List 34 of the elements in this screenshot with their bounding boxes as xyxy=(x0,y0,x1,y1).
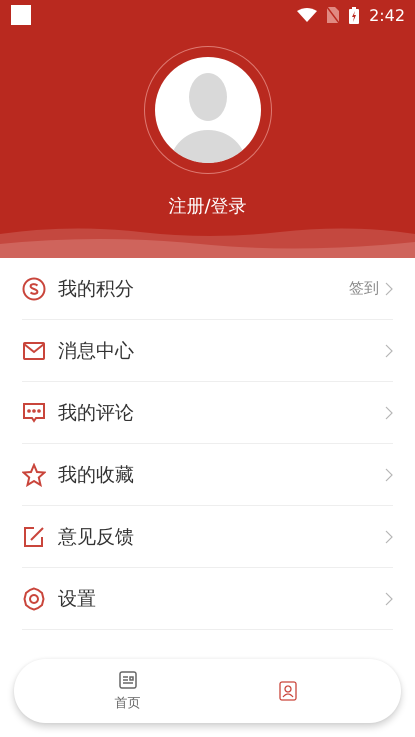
chevron-right-icon xyxy=(385,406,393,420)
check-in-label: 签到 xyxy=(349,279,379,298)
no-sim-icon xyxy=(327,7,340,23)
menu-item[interactable]: 我的积分 签到 xyxy=(22,258,393,320)
star-icon xyxy=(22,462,46,486)
menu-label: 意见反馈 xyxy=(58,524,135,550)
wifi-icon xyxy=(297,8,318,22)
chevron-right-icon xyxy=(385,344,393,358)
chevron-right-icon xyxy=(385,468,393,482)
menu-item[interactable]: 意见反馈 xyxy=(22,506,393,568)
tab[interactable]: 首页 xyxy=(108,670,148,712)
comment-icon xyxy=(22,400,46,424)
chevron-right-icon xyxy=(385,592,393,606)
chevron-right-icon xyxy=(385,282,393,296)
clock-time: 2:42 xyxy=(369,6,405,24)
edit-icon xyxy=(22,524,46,548)
chevron-right-icon xyxy=(385,530,393,544)
login-link[interactable]: 注册/登录 xyxy=(168,194,247,218)
notification-icon xyxy=(11,5,31,25)
menu-label: 我的积分 xyxy=(58,276,135,302)
menu-item[interactable]: 设置 xyxy=(22,568,393,630)
menu-item[interactable]: 我的评论 xyxy=(22,382,393,444)
settings-icon xyxy=(22,586,46,610)
user-card-icon xyxy=(278,681,298,701)
coin-icon xyxy=(22,276,46,300)
menu-label: 我的收藏 xyxy=(58,462,135,488)
menu-label: 设置 xyxy=(58,586,97,612)
menu-item[interactable]: 我的收藏 xyxy=(22,444,393,506)
menu-label: 我的评论 xyxy=(58,400,135,426)
avatar-icon[interactable] xyxy=(154,57,260,163)
menu-label: 消息中心 xyxy=(58,338,135,364)
battery-icon xyxy=(349,6,360,24)
news-icon xyxy=(118,670,138,690)
menu-item[interactable]: 消息中心 xyxy=(22,320,393,382)
